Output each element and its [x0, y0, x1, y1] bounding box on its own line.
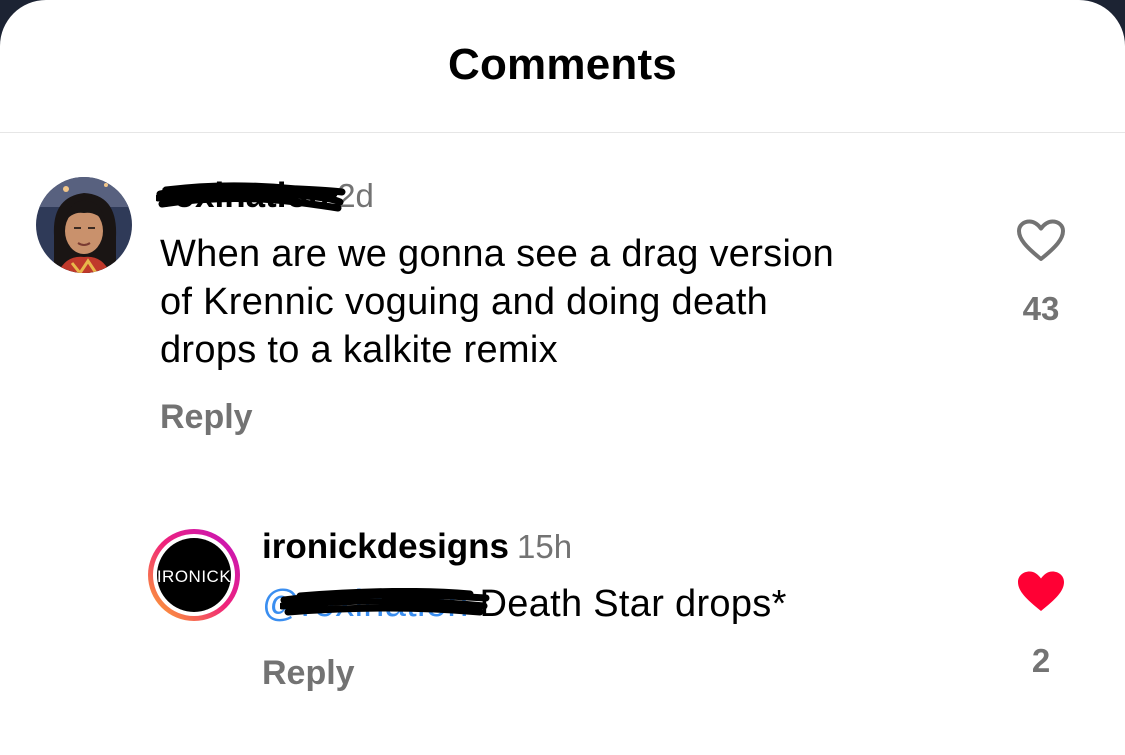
heart-filled-icon[interactable]	[1016, 570, 1066, 614]
comment-text-line: When are we gonna see a drag version	[160, 233, 835, 275]
comment-text-line: of Krennic voguing and doing death	[160, 281, 769, 323]
redaction-scribble	[280, 588, 490, 616]
page-title: Comments	[448, 40, 677, 89]
avatar[interactable]: IRONICK	[146, 527, 242, 623]
avatar-photo	[36, 177, 132, 273]
comments-header: Comments	[0, 0, 1125, 133]
comment-meta: ironickdesigns 15h	[262, 527, 572, 567]
reply-button[interactable]: Reply	[160, 398, 253, 437]
story-ring-avatar: IRONICK	[148, 529, 240, 621]
timestamp: 15h	[517, 528, 573, 565]
comment-text-line: drops to a kalkite remix	[160, 329, 558, 371]
comments-sheet: Comments roxination 2d When are we gonna…	[0, 0, 1125, 755]
comment-text: When are we gonna see a drag version of …	[160, 230, 960, 374]
like-count: 2	[1031, 642, 1051, 679]
logo-text: IRONICK	[157, 567, 232, 586]
avatar[interactable]	[36, 177, 132, 273]
comment-body: Death Star drops*	[479, 583, 787, 625]
redaction-scribble	[156, 182, 346, 212]
heart-outline-icon[interactable]	[1016, 219, 1066, 263]
reply-button[interactable]: Reply	[262, 654, 355, 693]
username[interactable]: ironickdesigns	[262, 527, 509, 566]
like-count: 43	[1022, 290, 1060, 327]
